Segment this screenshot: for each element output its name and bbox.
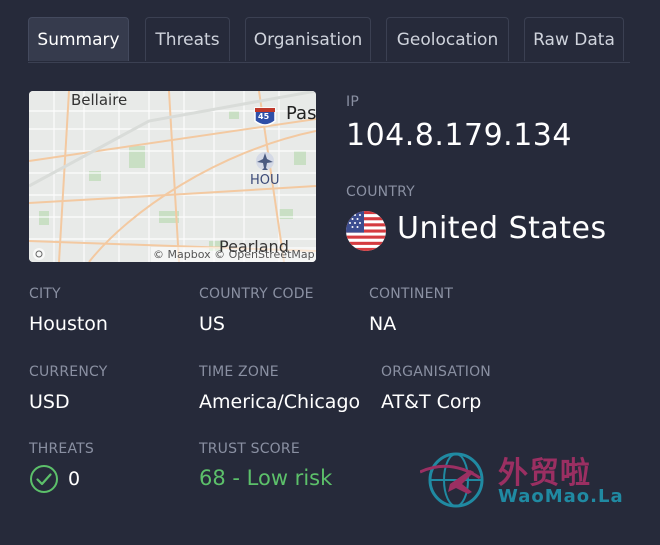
threats-value: 0 xyxy=(68,468,81,490)
country-code-value: US xyxy=(199,313,225,335)
ip-value: 104.8.179.134 xyxy=(346,118,572,153)
airport-icon xyxy=(256,152,274,170)
watermark-en-text: WaoMao.La xyxy=(498,486,624,507)
map-label-pasadena: Pas xyxy=(286,103,316,124)
tab-organisation[interactable]: Organisation xyxy=(245,17,371,61)
country-code-label: COUNTRY CODE xyxy=(199,286,314,302)
map-label-bellaire: Bellaire xyxy=(71,91,128,109)
currency-value: USD xyxy=(29,391,70,413)
country-value: United States xyxy=(397,211,607,246)
map-attribution[interactable]: © Mapbox © OpenStreetMap xyxy=(153,248,315,261)
trust-score-label: TRUST SCORE xyxy=(199,441,300,457)
map-info-icon[interactable] xyxy=(33,248,45,260)
ip-label: IP xyxy=(346,94,359,110)
tab-bar: Summary Threats Organisation Geolocation… xyxy=(28,17,630,63)
location-map[interactable]: Bellaire Pas 45 HOU Pearland © Mapbox © … xyxy=(29,91,316,262)
globe-plane-icon xyxy=(420,452,484,508)
tab-threats[interactable]: Threats xyxy=(145,17,230,61)
tab-geolocation[interactable]: Geolocation xyxy=(386,17,509,61)
continent-label: CONTINENT xyxy=(369,286,454,302)
city-label: CITY xyxy=(29,286,61,302)
threats-label: THREATS xyxy=(29,441,94,457)
organisation-value: AT&T Corp xyxy=(381,391,482,413)
tab-raw-data[interactable]: Raw Data xyxy=(524,17,624,61)
watermark-logo: 外贸啦 WaoMao.La xyxy=(420,448,630,512)
currency-label: CURRENCY xyxy=(29,364,108,380)
interstate-number: 45 xyxy=(258,112,270,121)
city-value: Houston xyxy=(29,313,108,335)
time-zone-label: TIME ZONE xyxy=(199,364,279,380)
country-label: COUNTRY xyxy=(346,184,415,200)
trust-score-value: 68 - Low risk xyxy=(199,466,333,490)
continent-value: NA xyxy=(369,313,397,335)
map-label-hou: HOU xyxy=(250,173,280,188)
organisation-label: ORGANISATION xyxy=(381,364,491,380)
tab-summary[interactable]: Summary xyxy=(28,17,129,61)
time-zone-value: America/Chicago xyxy=(199,391,361,413)
check-circle-icon xyxy=(30,465,58,493)
us-flag-icon xyxy=(346,211,386,251)
